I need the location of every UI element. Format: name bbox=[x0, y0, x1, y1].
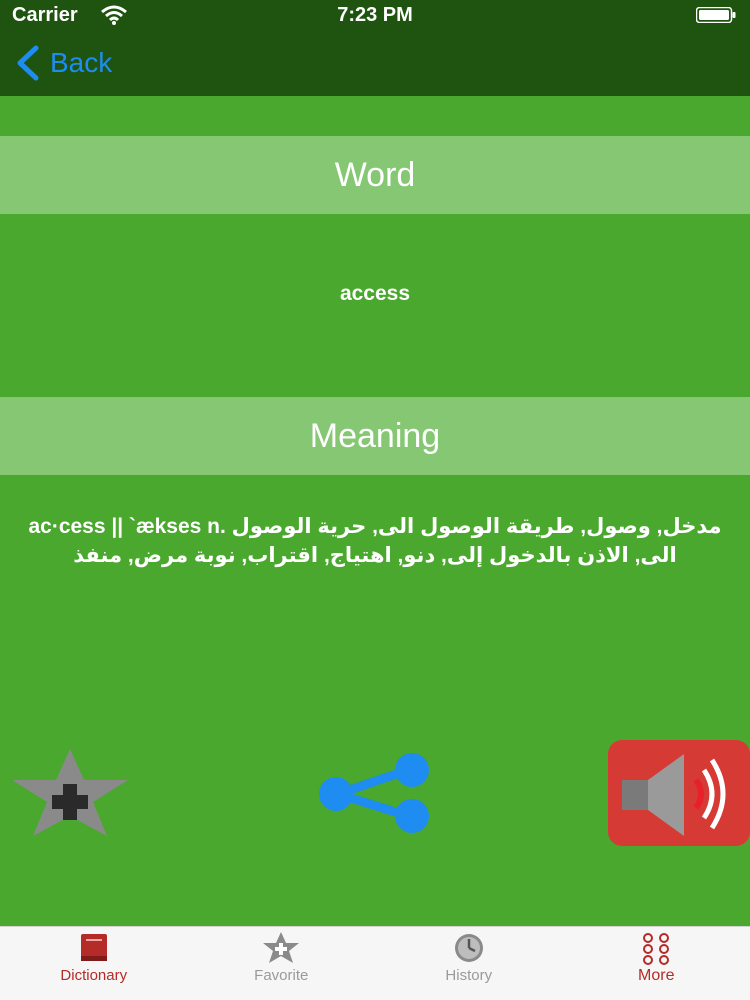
tab-history-label: History bbox=[445, 967, 493, 984]
back-button[interactable]: Back bbox=[14, 44, 112, 82]
star-plus-icon bbox=[263, 932, 300, 963]
tab-favorite[interactable]: Favorite bbox=[188, 927, 376, 1000]
word-value: access bbox=[339, 282, 411, 305]
back-label: Back bbox=[50, 47, 113, 78]
tab-more-label: More bbox=[638, 967, 675, 984]
tab-history[interactable]: History bbox=[375, 927, 563, 1000]
word-section-header: Word bbox=[0, 136, 750, 214]
chevron-left-icon bbox=[17, 45, 39, 81]
tab-dictionary[interactable]: Dictionary bbox=[0, 927, 188, 1000]
navigation-bar: Back bbox=[0, 30, 750, 96]
meaning-value: ac·cess || `ækses n. مدخل, وصول, طريقة ا… bbox=[28, 515, 722, 567]
speak-button[interactable] bbox=[608, 740, 750, 846]
meaning-section-header: Meaning bbox=[0, 397, 750, 475]
grid-dots-icon bbox=[643, 933, 670, 965]
share-icon bbox=[319, 753, 429, 833]
tab-dictionary-label: Dictionary bbox=[60, 967, 128, 984]
star-plus-icon bbox=[12, 749, 128, 836]
battery-icon bbox=[696, 7, 736, 23]
tab-favorite-label: Favorite bbox=[254, 967, 309, 984]
book-icon bbox=[80, 934, 107, 961]
tab-bar: Dictionary Favorite History More bbox=[0, 926, 750, 1000]
status-time: 7:23 PM bbox=[337, 4, 413, 26]
add-favorite-button[interactable] bbox=[8, 746, 132, 840]
speaker-icon bbox=[622, 754, 726, 836]
tab-more[interactable]: More bbox=[563, 927, 750, 1000]
share-button[interactable] bbox=[312, 752, 436, 836]
clock-icon bbox=[454, 934, 483, 962]
status-bar: Carrier 7:23 PM bbox=[0, 0, 750, 30]
